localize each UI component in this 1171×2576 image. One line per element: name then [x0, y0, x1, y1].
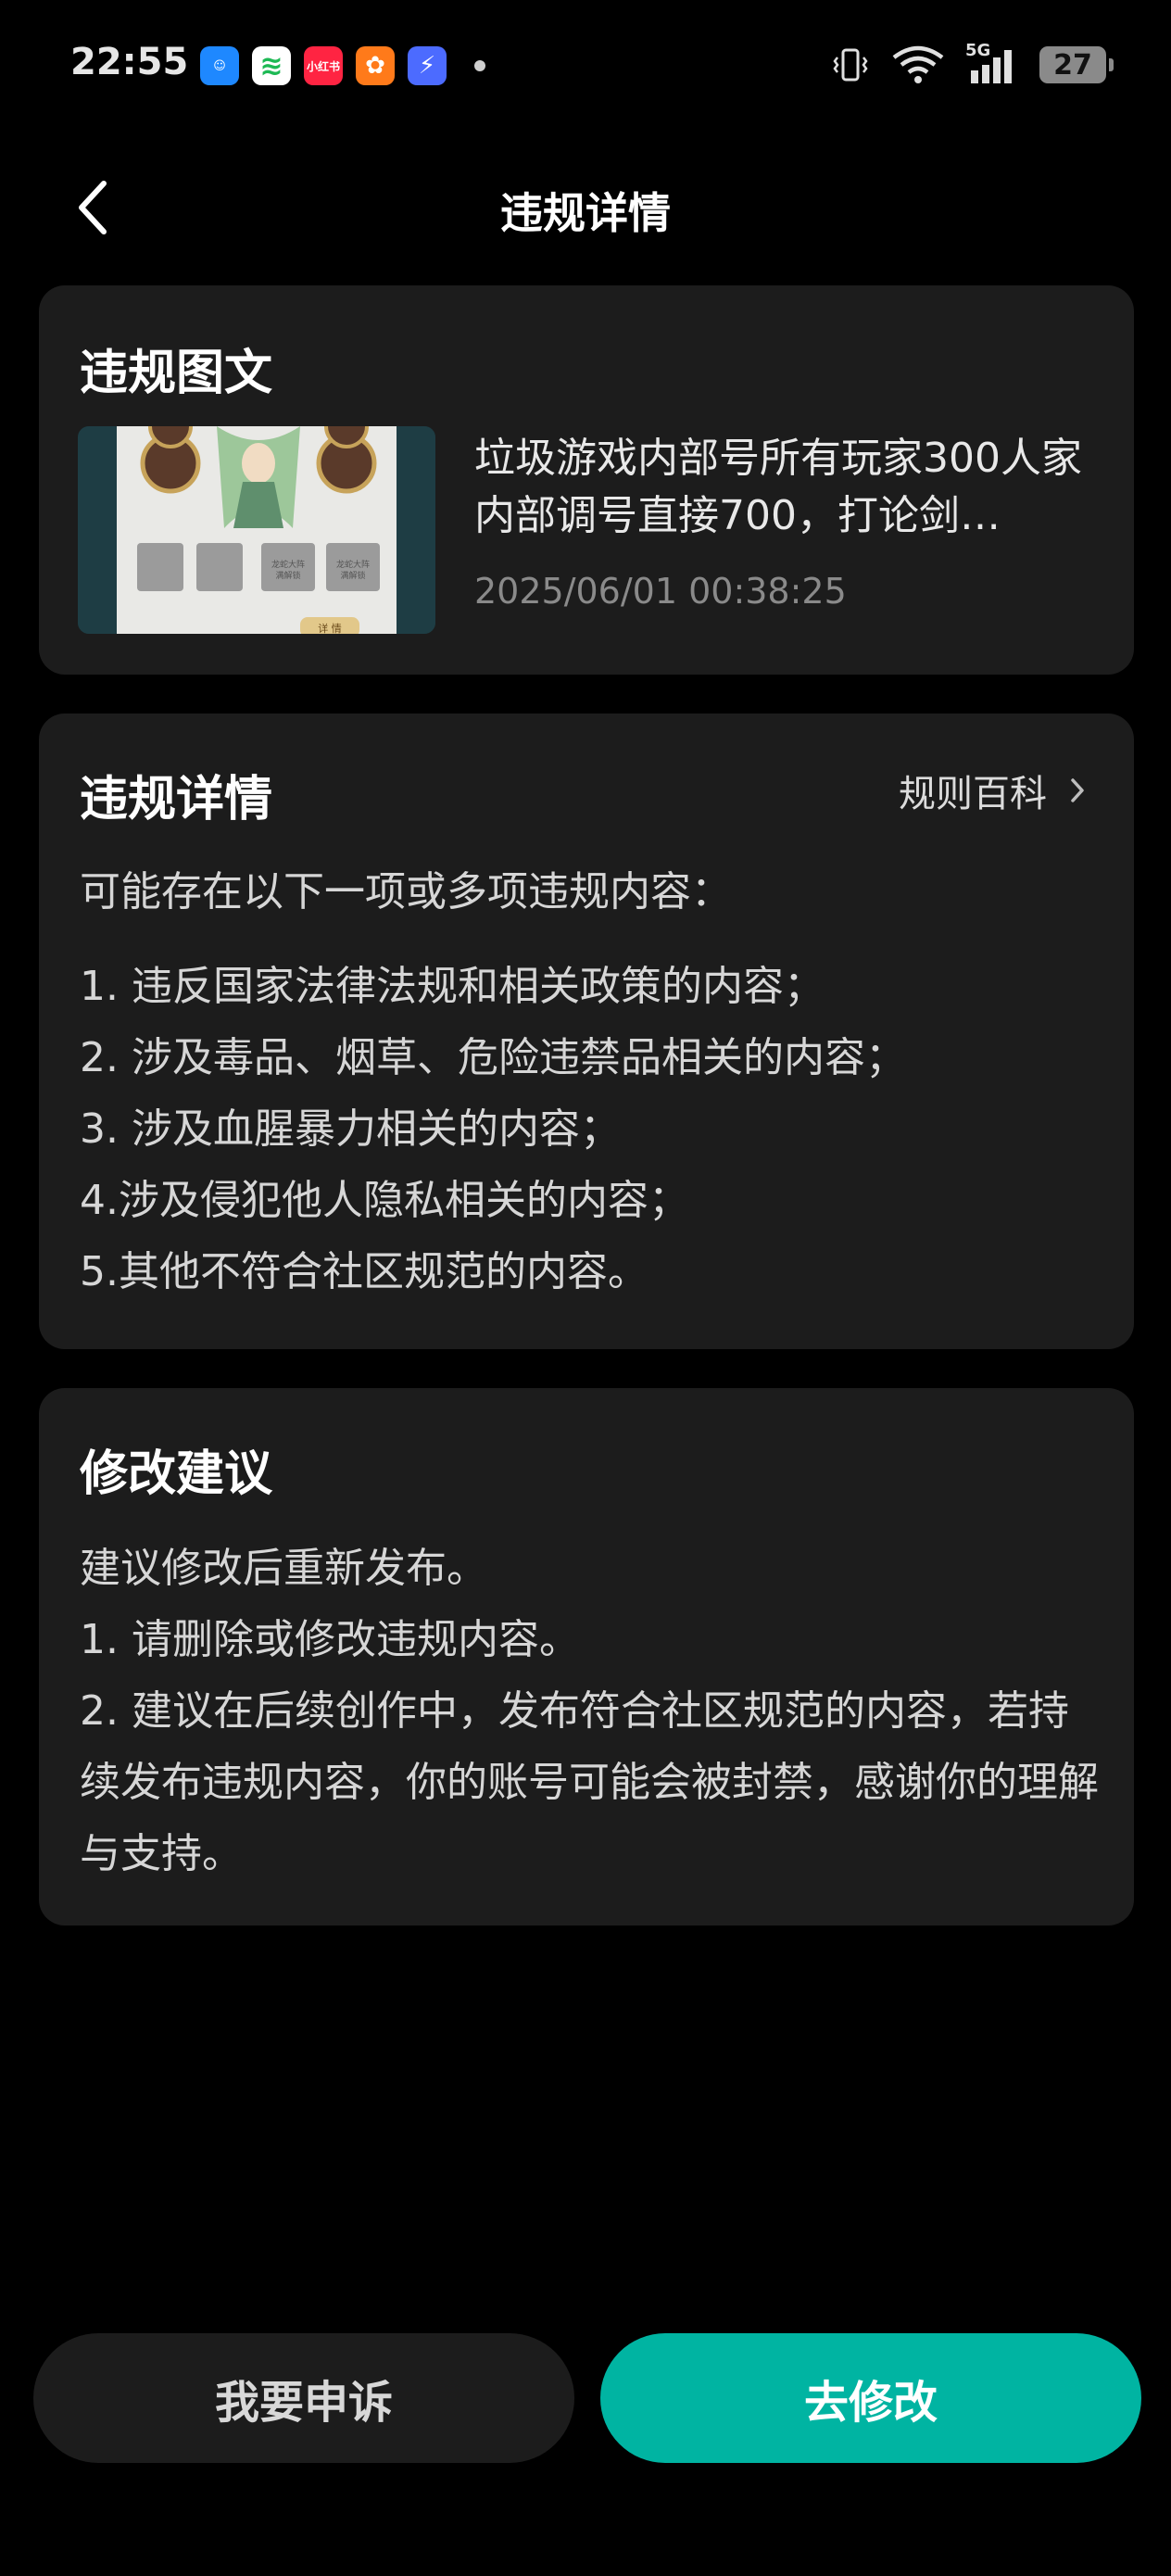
more-notifications-dot-icon [474, 60, 485, 71]
violation-detail-card: 违规详情 规则百科 可能存在以下一项或多项违规内容： 1. 违反国家法律法规和相… [39, 713, 1134, 1349]
lightning-app-icon: ⚡ [408, 46, 447, 85]
status-time: 22:55 [70, 41, 189, 83]
suggestion-line: 建议修改后重新发布。 [80, 1545, 487, 1592]
svg-text:龙蛇大阵: 龙蛇大阵 [271, 559, 305, 570]
suggestion-card: 修改建议 建议修改后重新发布。 1. 请删除或修改违规内容。 2. 建议在后续创… [39, 1388, 1134, 1926]
violation-item: 1. 违反国家法律法规和相关政策的内容； [80, 963, 825, 1010]
suggestion-card-title: 修改建议 [80, 1446, 273, 1502]
violation-list: 1. 违反国家法律法规和相关政策的内容； 2. 涉及毒品、烟草、危险违禁品相关的… [80, 951, 906, 1307]
orange-app-icon: ✿ [356, 46, 395, 85]
battery-indicator: 27 [1039, 46, 1114, 83]
page-header: 违规详情 [0, 167, 1171, 248]
post-card-title: 违规图文 [80, 346, 273, 401]
status-bar: 22:55 ☺ ≋ 小红书 ✿ ⚡ 5G 27 [0, 0, 1171, 135]
suggestion-body: 建议修改后重新发布。 1. 请删除或修改违规内容。 2. 建议在后续创作中，发布… [80, 1533, 1108, 1889]
post-thumbnail[interactable]: 龙蛇大阵 满解锁 龙蛇大阵 满解锁 详 情 [78, 426, 435, 634]
detail-card-title: 违规详情 [80, 772, 273, 827]
chevron-right-icon [1071, 778, 1084, 802]
svg-text:满解锁: 满解锁 [275, 570, 300, 581]
notification-app-icons: ☺ ≋ 小红书 ✿ ⚡ [200, 46, 485, 85]
spotify-app-icon: ≋ [252, 46, 291, 85]
cellular-signal-icon: 5G [965, 41, 1019, 85]
violating-post-card[interactable]: 违规图文 龙蛇大阵 满解锁 龙蛇大阵 满解锁 详 情 垃圾游戏内部号所有玩家30… [39, 285, 1134, 675]
bottom-action-bar: 我要申诉 去修改 [0, 2333, 1171, 2463]
suggestion-line: 1. 请删除或修改违规内容。 [80, 1616, 580, 1663]
wifi-icon [892, 45, 944, 83]
violation-item: 5.其他不符合社区规范的内容。 [80, 1248, 648, 1295]
page-title: 违规详情 [500, 188, 671, 238]
go-edit-button[interactable]: 去修改 [600, 2333, 1141, 2463]
svg-text:满解锁: 满解锁 [340, 570, 365, 581]
rules-encyclopedia-label: 规则百科 [899, 773, 1047, 815]
qq-app-icon: ☺ [200, 46, 239, 85]
violation-item: 4.涉及侵犯他人隐私相关的内容； [80, 1177, 689, 1224]
post-text: 垃圾游戏内部号所有玩家300人家内部调号直接700，打论剑… [474, 435, 1082, 539]
post-timestamp: 2025/06/01 00:38:25 [474, 571, 847, 612]
svg-text:详 情: 详 情 [318, 622, 342, 634]
appeal-button[interactable]: 我要申诉 [33, 2333, 574, 2463]
status-indicators: 5G 27 [830, 41, 1114, 85]
xiaohongshu-app-icon: 小红书 [304, 46, 343, 85]
rules-encyclopedia-link[interactable]: 规则百科 [899, 764, 1086, 817]
suggestion-line: 2. 建议在后续创作中，发布符合社区规范的内容，若持续发布违规内容，你的账号可能… [80, 1687, 1099, 1877]
svg-text:龙蛇大阵: 龙蛇大阵 [336, 559, 370, 570]
violation-item: 2. 涉及毒品、烟草、危险违禁品相关的内容； [80, 1034, 906, 1081]
post-thumbnail-image: 龙蛇大阵 满解锁 龙蛇大阵 满解锁 详 情 [78, 426, 435, 634]
violation-item: 3. 涉及血腥暴力相关的内容； [80, 1105, 621, 1153]
vibrate-icon [833, 48, 868, 82]
detail-intro: 可能存在以下一项或多项违规内容： [80, 868, 732, 915]
